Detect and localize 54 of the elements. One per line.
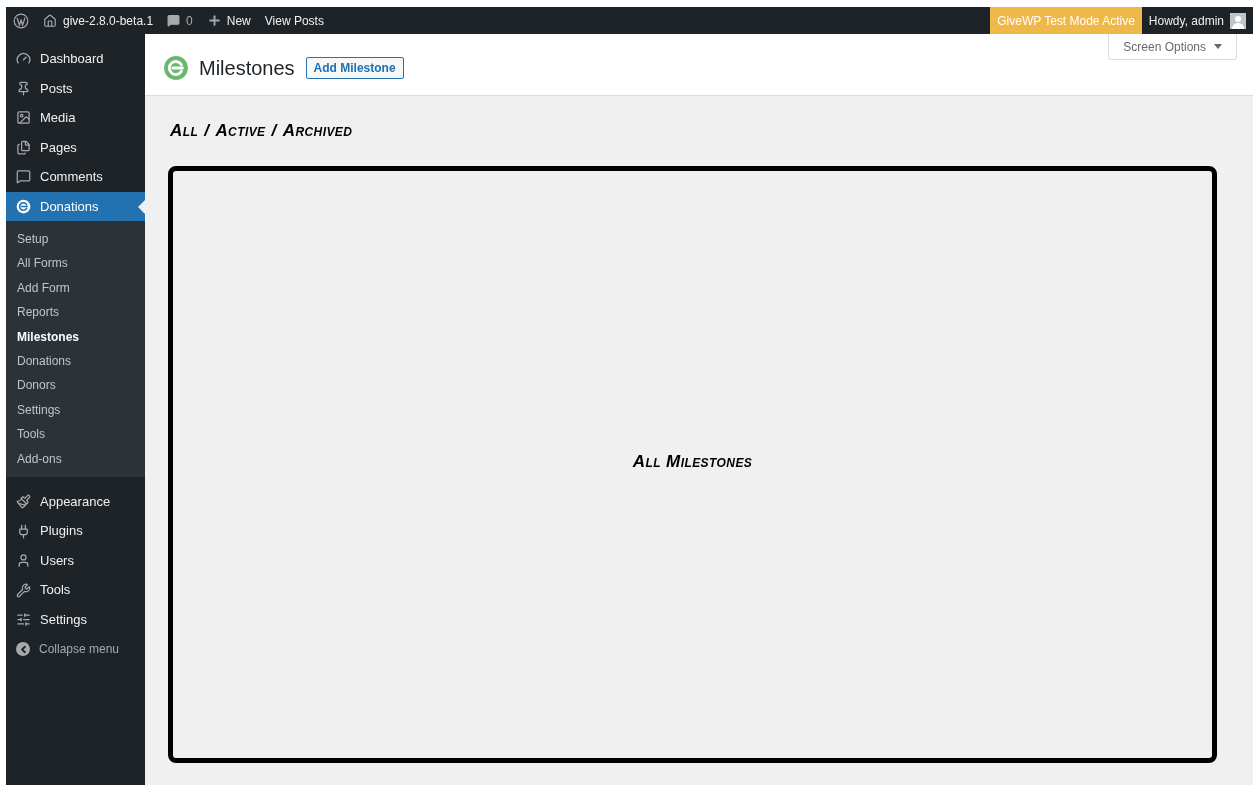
pages-icon xyxy=(16,139,31,155)
sidebar-item[interactable]: Dashboard xyxy=(6,44,145,74)
sidebar-item[interactable]: Posts xyxy=(6,73,145,103)
account-link[interactable]: Howdy, admin xyxy=(1141,7,1253,34)
sidebar-item[interactable]: Pages xyxy=(6,132,145,162)
wrench-icon xyxy=(16,582,31,598)
submenu-item[interactable]: Tools xyxy=(6,422,145,447)
plug-icon xyxy=(16,523,31,539)
image-icon xyxy=(16,110,31,126)
add-milestone-button[interactable]: Add Milestone xyxy=(305,57,404,79)
home-icon xyxy=(43,13,57,28)
submenu-item[interactable]: Donors xyxy=(6,373,145,398)
sidebar-item[interactable]: Donations xyxy=(6,191,145,221)
speech-bubble-icon xyxy=(167,14,181,27)
filter-link[interactable]: All xyxy=(170,118,199,144)
page-title: Milestones xyxy=(199,56,295,81)
panel-label: All Milestones xyxy=(632,451,753,474)
filter-link[interactable]: Archived xyxy=(282,118,353,144)
view-posts-link[interactable]: View Posts xyxy=(257,11,331,30)
sidebar-item[interactable]: Comments xyxy=(6,162,145,192)
submenu-item[interactable]: All Forms xyxy=(6,251,145,276)
wordpress-logo-icon[interactable] xyxy=(13,12,29,29)
submenu-item[interactable]: Add-ons xyxy=(6,446,145,471)
avatar-icon xyxy=(1230,12,1246,29)
collapse-menu-button[interactable]: Collapse menu xyxy=(6,634,145,664)
paintbrush-icon xyxy=(16,494,31,510)
filter-separator: / xyxy=(271,120,277,142)
sidebar-item[interactable]: Appearance xyxy=(6,486,145,517)
sidebar-item[interactable]: Tools xyxy=(6,575,145,605)
submenu-item[interactable]: Setup xyxy=(6,227,145,252)
pin-icon xyxy=(16,80,31,96)
give-logo-icon xyxy=(163,55,189,81)
sidebar-item[interactable]: Users xyxy=(6,545,145,576)
sidebar-item[interactable]: Settings xyxy=(6,604,145,635)
give-logo-icon xyxy=(16,198,31,214)
sliders-icon xyxy=(16,612,31,628)
user-icon xyxy=(16,553,31,569)
filter-link[interactable]: Active xyxy=(215,118,266,144)
new-link[interactable]: New xyxy=(199,11,258,30)
submenu-item[interactable]: Milestones xyxy=(6,324,145,349)
sidebar-item[interactable]: Media xyxy=(6,103,145,133)
screen-options-button[interactable]: Screen Options xyxy=(1108,34,1237,60)
sidebar-item[interactable]: Plugins xyxy=(6,516,145,546)
submenu-item[interactable]: Settings xyxy=(6,397,145,423)
filter-separator: / xyxy=(204,120,210,142)
submenu-item[interactable]: Donations xyxy=(6,348,145,374)
speech-bubble-icon xyxy=(16,169,31,185)
caret-icon xyxy=(1214,44,1222,49)
collapse-icon xyxy=(16,642,30,657)
comments-link[interactable]: 0 xyxy=(160,11,200,30)
submenu-item[interactable]: Reports xyxy=(6,300,145,325)
submenu-item[interactable]: Add Form xyxy=(6,275,145,301)
plus-icon xyxy=(206,13,222,28)
site-link[interactable]: give-2.8.0-beta.1 xyxy=(36,11,161,30)
